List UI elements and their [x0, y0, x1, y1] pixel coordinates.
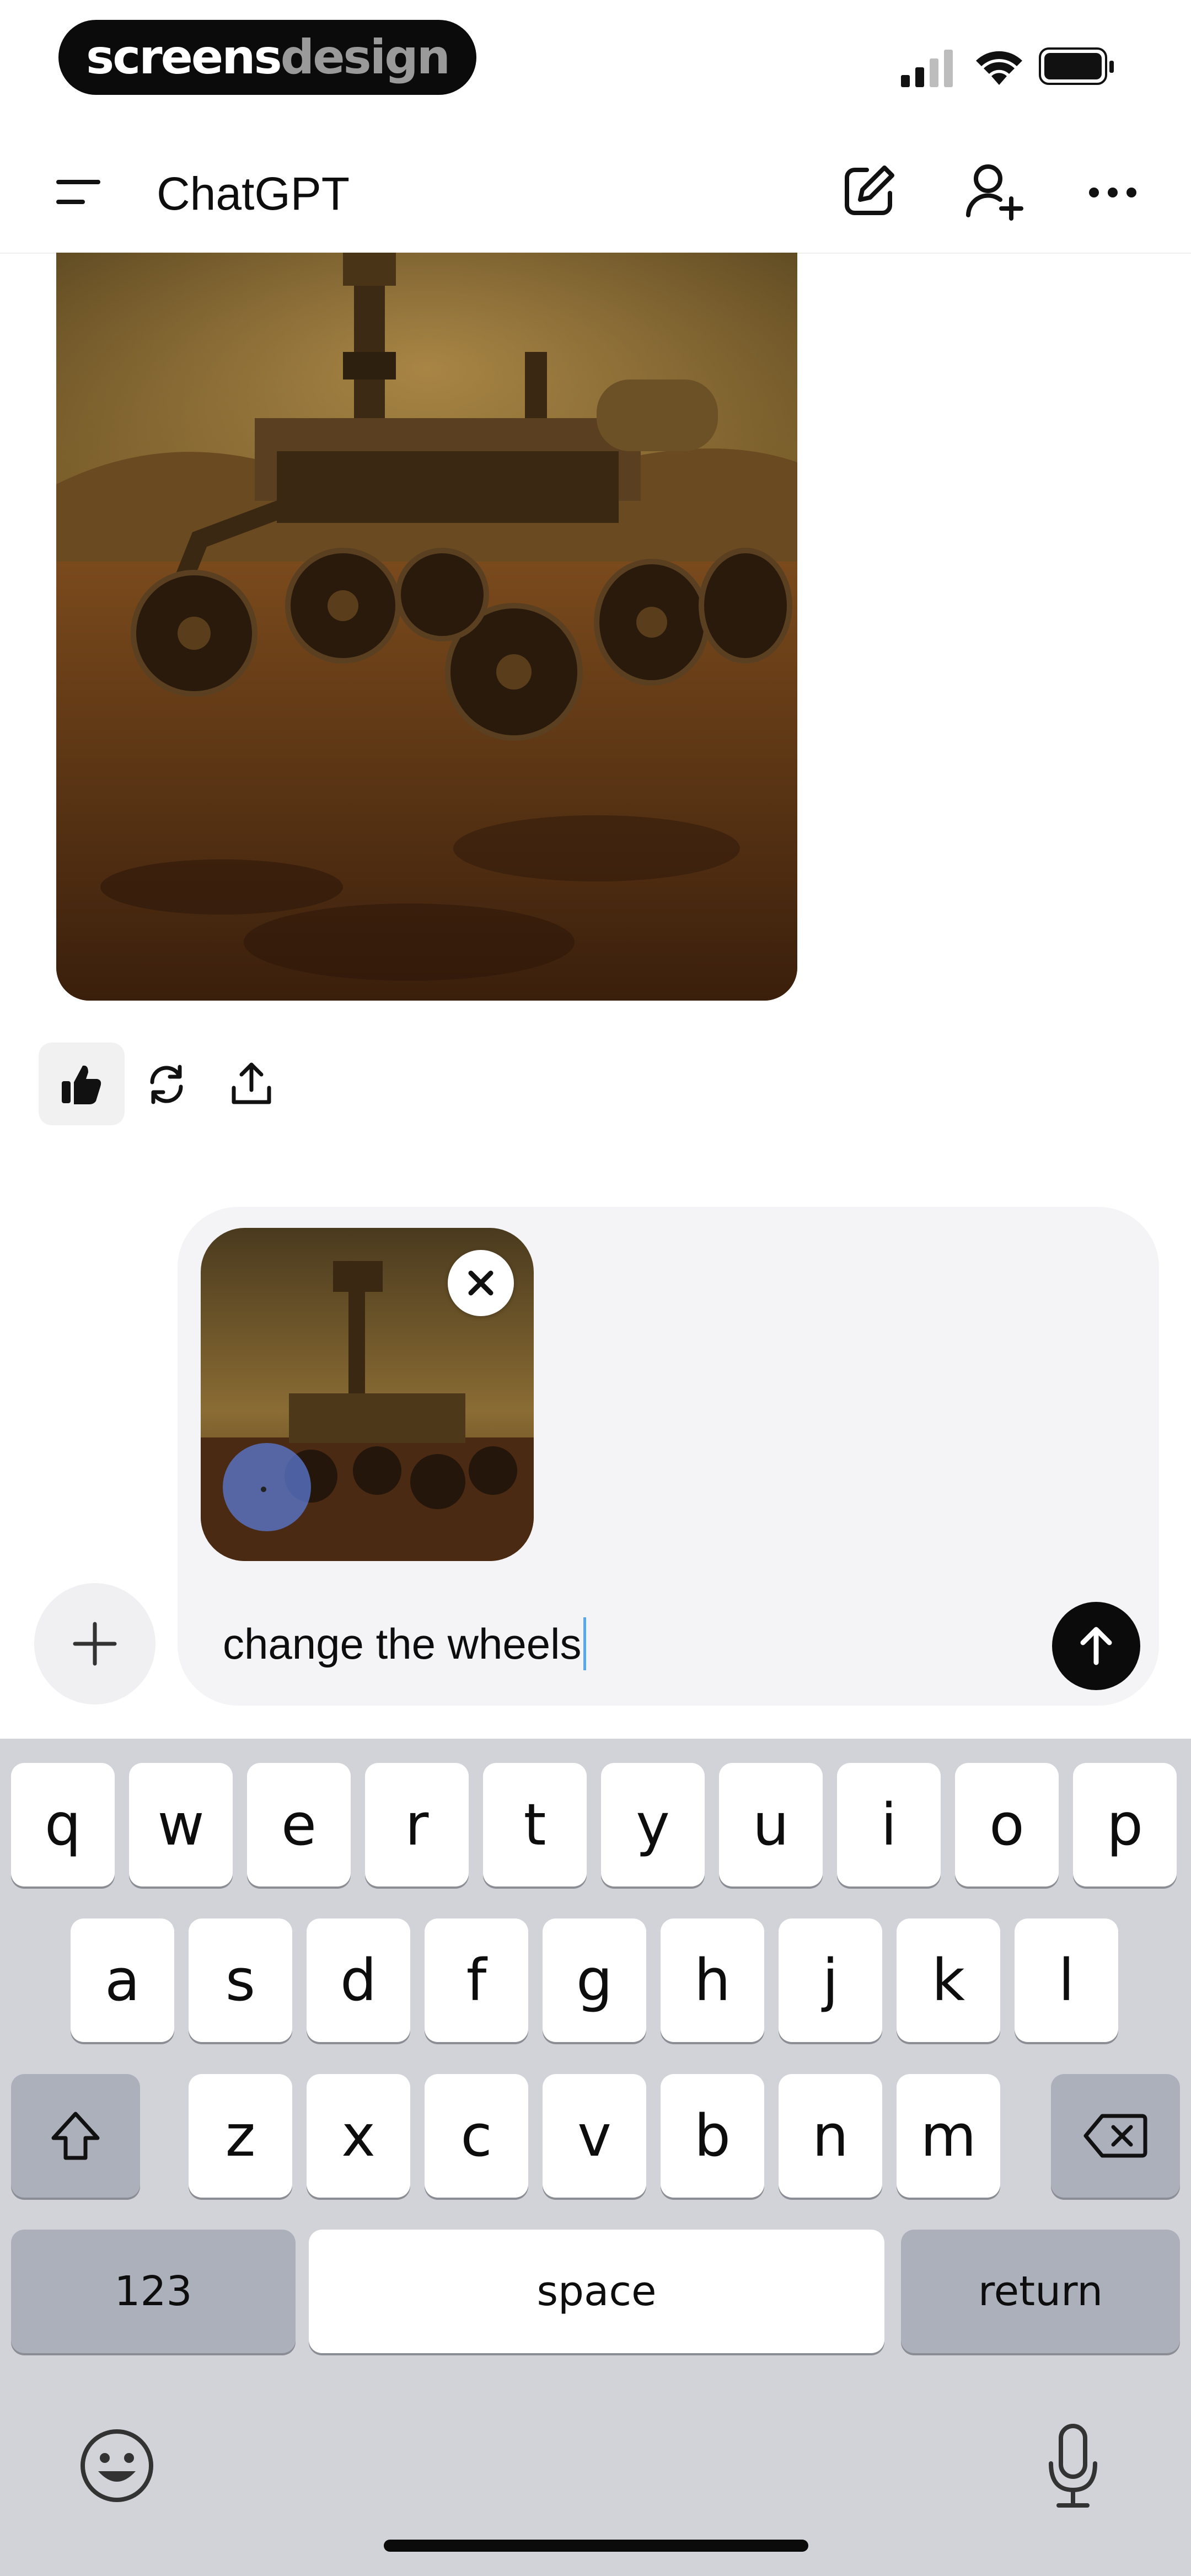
- home-indicator: [384, 2540, 808, 2552]
- thumbs-up-icon: [62, 1065, 101, 1104]
- message-input-text: change the wheels: [223, 1620, 582, 1668]
- microphone-icon[interactable]: [1045, 2422, 1101, 2510]
- battery-icon: [1039, 47, 1114, 85]
- key-b[interactable]: b: [661, 2074, 764, 2198]
- key-h[interactable]: h: [661, 1918, 764, 2042]
- thumbs-up-button[interactable]: [39, 1043, 125, 1125]
- key-q[interactable]: q: [11, 1763, 115, 1886]
- key-u[interactable]: u: [719, 1763, 823, 1886]
- add-attachment-button[interactable]: [34, 1583, 155, 1704]
- delete-icon: [1083, 2114, 1147, 2158]
- key-i[interactable]: i: [837, 1763, 941, 1886]
- key-f[interactable]: f: [425, 1918, 528, 2042]
- send-button[interactable]: [1052, 1602, 1140, 1690]
- emoji-icon[interactable]: [77, 2426, 157, 2505]
- return-key[interactable]: return: [901, 2230, 1180, 2353]
- message-input[interactable]: change the wheels: [223, 1616, 587, 1671]
- key-x[interactable]: x: [307, 2074, 410, 2198]
- brand-text-design: design: [280, 30, 450, 85]
- key-g[interactable]: g: [543, 1918, 646, 2042]
- key-o[interactable]: o: [955, 1763, 1059, 1886]
- key-y[interactable]: y: [601, 1763, 705, 1886]
- remove-attachment-icon: [468, 1270, 493, 1296]
- new-chat-icon[interactable]: [839, 162, 898, 221]
- key-e[interactable]: e: [247, 1763, 351, 1886]
- generated-image[interactable]: [56, 253, 797, 1001]
- share-icon[interactable]: [229, 1060, 273, 1107]
- send-arrow-icon: [1080, 1627, 1112, 1665]
- key-t[interactable]: t: [483, 1763, 587, 1886]
- key-l[interactable]: l: [1015, 1918, 1118, 2042]
- menu-icon[interactable]: [53, 175, 104, 210]
- add-person-icon[interactable]: [963, 160, 1024, 222]
- key-w[interactable]: w: [129, 1763, 233, 1886]
- selection-brush-mark: [223, 1443, 311, 1531]
- key-p[interactable]: p: [1073, 1763, 1177, 1886]
- brand-text-screens: screens: [86, 30, 282, 85]
- key-a[interactable]: a: [71, 1918, 174, 2042]
- key-d[interactable]: d: [307, 1918, 410, 2042]
- shift-icon: [51, 2112, 100, 2160]
- key-r[interactable]: r: [365, 1763, 469, 1886]
- key-z[interactable]: z: [189, 2074, 292, 2198]
- wifi-icon: [976, 51, 1022, 85]
- delete-key[interactable]: [1051, 2074, 1180, 2198]
- screensdesign-logo: screens design: [58, 20, 476, 95]
- space-key[interactable]: space: [309, 2230, 884, 2353]
- numbers-key[interactable]: 123: [11, 2230, 296, 2353]
- key-n[interactable]: n: [779, 2074, 882, 2198]
- regenerate-icon[interactable]: [144, 1062, 189, 1107]
- plus-icon: [73, 1622, 117, 1666]
- key-k[interactable]: k: [897, 1918, 1000, 2042]
- remove-attachment-button[interactable]: [448, 1250, 514, 1316]
- shift-key[interactable]: [11, 2074, 140, 2198]
- page-title: ChatGPT: [157, 168, 350, 220]
- rover-painting: [56, 253, 797, 1001]
- key-v[interactable]: v: [543, 2074, 646, 2198]
- key-c[interactable]: c: [425, 2074, 528, 2198]
- keyboard: q w e r t y u i o p a s d f g h j k l z …: [0, 1739, 1191, 2576]
- key-m[interactable]: m: [897, 2074, 1000, 2198]
- key-j[interactable]: j: [779, 1918, 882, 2042]
- cellular-signal-icon: [901, 50, 953, 87]
- text-caret: [583, 1617, 587, 1670]
- more-icon[interactable]: [1087, 184, 1138, 201]
- key-s[interactable]: s: [189, 1918, 292, 2042]
